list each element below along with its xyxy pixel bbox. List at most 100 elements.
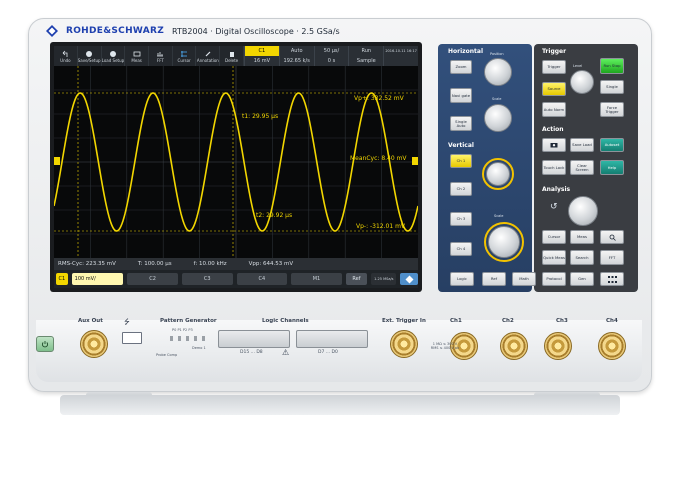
horizontal-position: 0 s	[313, 56, 349, 66]
navigate-button[interactable]: Navi gate	[450, 88, 472, 103]
waveform-display[interactable]: Vp+: 332.52 mV MeanCyc: 8.40 mV Vp-: -31…	[54, 66, 418, 258]
ch4-connector[interactable]	[598, 332, 626, 360]
trigger-level-marker[interactable]	[412, 157, 418, 165]
search-button[interactable]: Search	[570, 250, 594, 265]
trigger-button[interactable]: Trigger	[542, 60, 566, 74]
ch3-button[interactable]: Ch 3	[450, 212, 472, 226]
ref-button[interactable]: Ref	[482, 272, 506, 286]
sample-rate: 192.65 k/s	[278, 56, 314, 66]
toolbar-annotation[interactable]: Annotation	[196, 46, 221, 66]
gen-button[interactable]: Gen	[570, 272, 594, 286]
apps-button[interactable]	[600, 272, 624, 286]
logic-button[interactable]: Logic	[450, 272, 474, 286]
power-icon	[41, 341, 49, 348]
ext-trigger-label: Ext. Trigger In	[382, 318, 426, 324]
rms-cyc-readout: RMS-Cyc: 223.35 mV	[58, 261, 116, 267]
logic-connector-d7-d0[interactable]	[296, 330, 368, 348]
toolbar-meas[interactable]: Meas	[125, 46, 150, 66]
t2-readout: t2: 29.92 µs	[256, 212, 292, 219]
quick-meas-button[interactable]: Quick Meas	[542, 250, 566, 265]
ch3-connector[interactable]	[544, 332, 572, 360]
toolbar-meas-label: Meas	[131, 57, 142, 63]
force-trigger-button[interactable]: Force Trigger	[600, 102, 624, 117]
universal-knob[interactable]	[568, 196, 598, 226]
vertical-section-title: Vertical	[448, 142, 474, 149]
t1-readout: t1: 29.95 µs	[242, 113, 278, 120]
trash-icon	[229, 51, 234, 57]
infobar-spacer	[383, 56, 418, 66]
aux-out-connector[interactable]	[80, 330, 108, 358]
ch1-button[interactable]: Ch 1	[450, 154, 472, 168]
horizontal-scale-knob[interactable]	[484, 104, 512, 132]
trigger-section-title: Trigger	[542, 48, 567, 55]
toolbar-load-setup[interactable]: Load Setup	[102, 46, 126, 66]
clear-screen-button[interactable]: Clear Screen	[570, 160, 594, 175]
home-button[interactable]	[400, 273, 418, 285]
cursor-icon	[181, 50, 188, 57]
zoom-lens-button[interactable]	[600, 230, 624, 244]
magnifier-icon	[609, 234, 616, 241]
vertical-position-knob[interactable]	[486, 162, 510, 186]
protocol-button[interactable]: Protocol	[542, 272, 566, 286]
toolbar-delete[interactable]: Delete	[220, 46, 244, 66]
toolbar-load-label: Load Setup	[101, 57, 125, 63]
screenshot-button[interactable]	[542, 138, 566, 152]
fft-button[interactable]: FFT	[600, 250, 624, 265]
help-button[interactable]: Help	[600, 160, 624, 175]
run-stop-button[interactable]: Run Stop	[600, 58, 624, 74]
ext-trigger-connector[interactable]	[390, 330, 418, 358]
save-load-button[interactable]: Save Load	[570, 138, 594, 152]
pen-icon	[205, 51, 211, 56]
toolbar-undo[interactable]: Undo	[54, 46, 78, 66]
single-auto-button[interactable]: Single Auto	[450, 116, 472, 131]
math-button[interactable]: Math	[512, 272, 536, 286]
trigger-mode[interactable]: Auto	[278, 46, 314, 56]
meas-button[interactable]: Meas	[570, 230, 594, 244]
fft-icon	[157, 51, 164, 56]
cursor-button[interactable]: Cursor	[542, 230, 566, 244]
trigger-level-knob[interactable]	[570, 70, 594, 94]
trigger-source-badge[interactable]: C1	[244, 46, 279, 56]
ch1-offset-marker[interactable]	[54, 157, 60, 165]
run-state[interactable]: Run	[348, 46, 383, 56]
pattern-pins[interactable]	[170, 336, 206, 341]
source-button[interactable]: Source	[542, 82, 566, 96]
vertical-scale-knob[interactable]	[488, 226, 520, 258]
diamond-icon	[405, 275, 414, 283]
touch-lock-button[interactable]: Touch Lock	[542, 160, 566, 175]
rate-readout: 1.25 MSa/s	[371, 273, 397, 285]
auto-norm-button[interactable]: Auto Norm	[542, 102, 566, 117]
channel-1-scale[interactable]: 100 mV/	[71, 273, 124, 285]
horizontal-section-title: Horizontal	[448, 48, 484, 55]
timebase[interactable]: 50 µs/	[313, 46, 349, 56]
channel-bar: C1 100 mV/ C2 C3 C4 M1 Ref 1.25 MSa/s	[54, 270, 418, 288]
logic-connector-d15-d8[interactable]	[218, 330, 290, 348]
single-button[interactable]: Single	[600, 80, 624, 94]
toolbar-cursor[interactable]: Cursor	[173, 46, 197, 66]
channel-3-tab[interactable]: C3	[181, 273, 233, 285]
model-title: RTB2004 · Digital Oscilloscope · 2.5 GSa…	[172, 26, 340, 36]
power-button[interactable]	[36, 336, 54, 352]
usb-port[interactable]	[122, 332, 142, 344]
math-tab[interactable]: M1	[291, 273, 342, 285]
ch2-label: Ch2	[502, 318, 514, 324]
ch2-button[interactable]: Ch 2	[450, 182, 472, 196]
horizontal-position-knob[interactable]	[484, 58, 512, 86]
camera-icon	[550, 143, 558, 148]
channel-4-tab[interactable]: C4	[236, 273, 288, 285]
toolbar-save-label: Save/Setup	[77, 57, 101, 63]
ch1-label: Ch1	[450, 318, 462, 324]
channel-2-tab[interactable]: C2	[127, 273, 178, 285]
ch2-connector[interactable]	[500, 332, 528, 360]
toolbar-fft[interactable]: FFT	[149, 46, 173, 66]
channel-1-tab[interactable]: C1	[56, 273, 68, 285]
vp-plus-readout: Vp+: 332.52 mV	[354, 95, 405, 102]
vertical-scale-label: Scale	[494, 214, 504, 218]
toolbar-save-setup[interactable]: Save/Setup	[78, 46, 102, 66]
toolbar-fft-label: FFT	[156, 57, 164, 63]
warning-icon: ⚠	[282, 348, 290, 357]
ch4-button[interactable]: Ch 4	[450, 242, 472, 256]
zoom-button[interactable]: Zoom	[450, 60, 472, 74]
autoset-button[interactable]: Autoset	[600, 138, 624, 152]
ref-tab[interactable]: Ref	[345, 273, 368, 285]
